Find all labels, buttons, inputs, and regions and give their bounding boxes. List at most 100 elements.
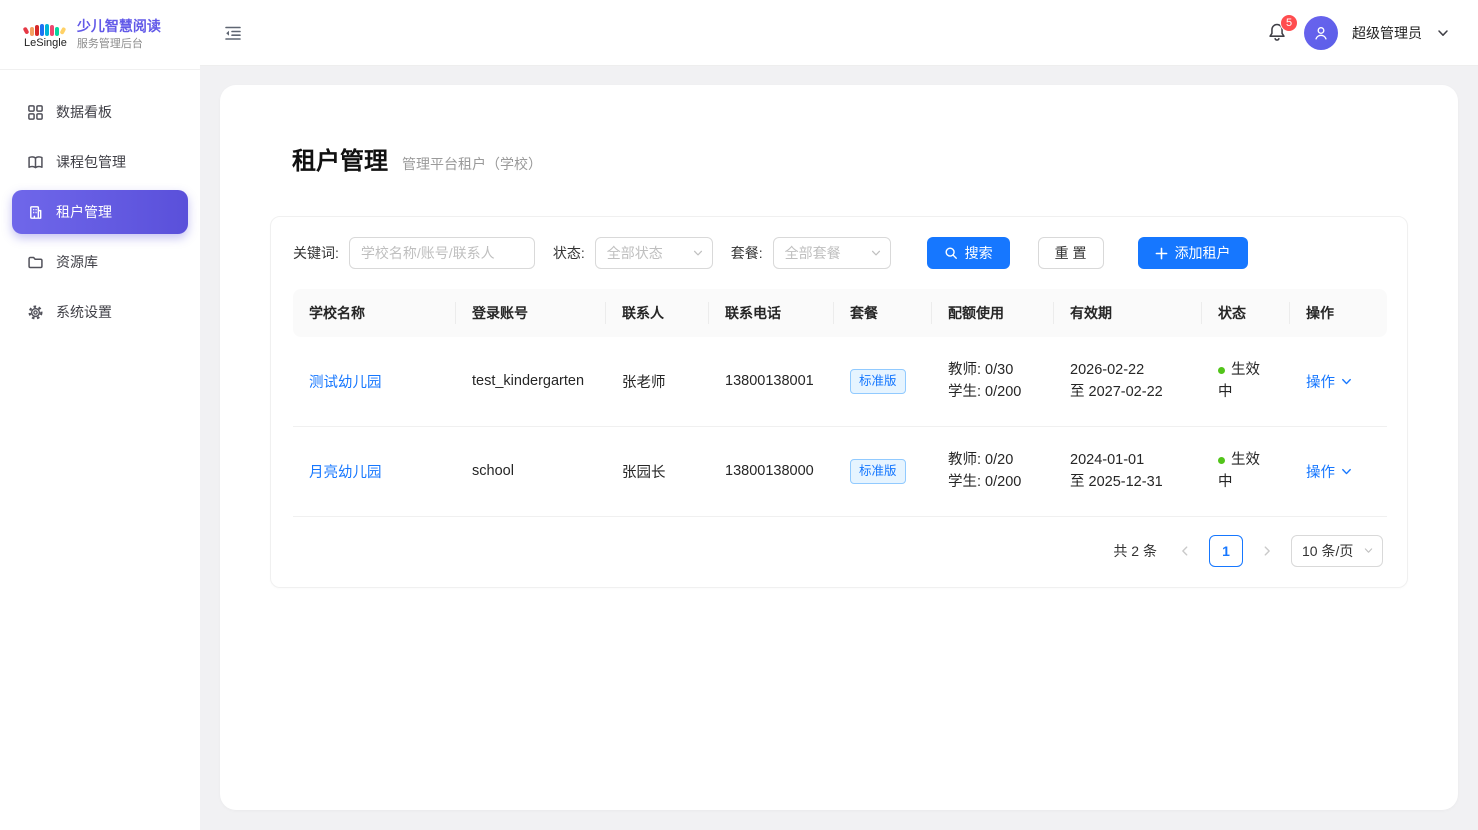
quota-teacher: 教师: 0/30 bbox=[948, 359, 1038, 381]
row-actions-dropdown[interactable]: 操作 bbox=[1306, 461, 1353, 482]
sidebar-item-resources[interactable]: 资源库 bbox=[12, 240, 188, 284]
user-menu-chevron-down-icon[interactable] bbox=[1436, 26, 1450, 40]
sidebar-item-label: 系统设置 bbox=[56, 302, 112, 322]
search-button[interactable]: 搜索 bbox=[927, 237, 1010, 269]
plan-select[interactable]: 全部套餐 bbox=[773, 237, 891, 269]
page-title: 租户管理 bbox=[292, 141, 388, 176]
main-area: 5 超级管理员 租户管理 bbox=[200, 0, 1478, 830]
row-actions-label: 操作 bbox=[1306, 371, 1335, 392]
phone-cell: 13800138001 bbox=[709, 337, 834, 426]
chevron-down-icon bbox=[1340, 375, 1353, 388]
col-account: 登录账号 bbox=[456, 289, 606, 337]
chevron-down-icon bbox=[692, 247, 704, 259]
sidebar: LeSingle 少儿智慧阅读 服务管理后台 数据看板 bbox=[0, 0, 200, 830]
search-button-label: 搜索 bbox=[965, 243, 993, 263]
notification-badge: 5 bbox=[1280, 14, 1298, 32]
gear-icon bbox=[26, 303, 44, 321]
valid-from: 2024-01-01 bbox=[1070, 449, 1186, 471]
pagination-prev-icon[interactable] bbox=[1171, 535, 1199, 567]
valid-to: 至 2027-02-22 bbox=[1070, 381, 1186, 403]
content-area: 租户管理 管理平台租户（学校） 关键词: 状态: 全部状态 套餐: bbox=[200, 66, 1478, 830]
tenant-management-card: 租户管理 管理平台租户（学校） 关键词: 状态: 全部状态 套餐: bbox=[220, 85, 1458, 810]
account-cell: school bbox=[456, 426, 606, 516]
table-header-row: 学校名称 登录账号 联系人 联系电话 套餐 配额使用 有效期 状态 操作 bbox=[293, 289, 1387, 337]
keyword-input[interactable] bbox=[349, 237, 535, 269]
status-cell: 生效中 bbox=[1202, 426, 1290, 516]
pagination-total: 共 2 条 bbox=[1113, 541, 1157, 561]
page-size-select[interactable]: 10 条/页 bbox=[1291, 535, 1383, 567]
brand-title: 少儿智慧阅读 bbox=[77, 17, 161, 35]
page-size-value: 10 条/页 bbox=[1302, 541, 1353, 561]
username: 超级管理员 bbox=[1352, 23, 1422, 43]
brand-logo-icon: LeSingle bbox=[24, 20, 67, 49]
search-icon bbox=[944, 246, 958, 260]
chevron-down-icon bbox=[1363, 545, 1374, 556]
notification-bell-icon[interactable]: 5 bbox=[1266, 21, 1290, 45]
quota-cell: 教师: 0/30 学生: 0/200 bbox=[932, 337, 1054, 426]
sidebar-item-label: 资源库 bbox=[56, 252, 98, 272]
chevron-down-icon bbox=[1340, 465, 1353, 478]
logo-wordmark: LeSingle bbox=[24, 37, 67, 49]
table-row: 测试幼儿园 test_kindergarten 张老师 13800138001 … bbox=[293, 337, 1387, 426]
topbar-right: 5 超级管理员 bbox=[1266, 16, 1450, 50]
sidebar-collapse-icon[interactable] bbox=[224, 23, 244, 43]
col-status: 状态 bbox=[1202, 289, 1290, 337]
school-name-link[interactable]: 月亮幼儿园 bbox=[309, 465, 382, 481]
col-school-name: 学校名称 bbox=[293, 289, 456, 337]
sidebar-item-tenants[interactable]: 租户管理 bbox=[12, 190, 188, 234]
col-actions: 操作 bbox=[1290, 289, 1387, 337]
brand-text: 少儿智慧阅读 服务管理后台 bbox=[77, 17, 161, 51]
folder-icon bbox=[26, 253, 44, 271]
status-dot-icon bbox=[1218, 457, 1225, 464]
plan-badge: 标准版 bbox=[850, 459, 906, 484]
brand-subtitle: 服务管理后台 bbox=[77, 37, 161, 51]
pagination: 共 2 条 1 10 条/页 bbox=[293, 535, 1385, 567]
quota-student: 学生: 0/200 bbox=[948, 471, 1038, 493]
sidebar-item-label: 租户管理 bbox=[56, 202, 112, 222]
contact-cell: 张园长 bbox=[606, 426, 709, 516]
row-actions-label: 操作 bbox=[1306, 461, 1335, 482]
add-tenant-button[interactable]: 添加租户 bbox=[1138, 237, 1248, 269]
status-label: 状态: bbox=[553, 243, 585, 263]
plan-select-value: 全部套餐 bbox=[785, 243, 841, 263]
topbar: 5 超级管理员 bbox=[200, 0, 1478, 66]
add-tenant-button-label: 添加租户 bbox=[1175, 243, 1231, 263]
book-icon bbox=[26, 153, 44, 171]
sidebar-item-settings[interactable]: 系统设置 bbox=[12, 290, 188, 334]
row-actions-dropdown[interactable]: 操作 bbox=[1306, 371, 1353, 392]
school-name-link[interactable]: 测试幼儿园 bbox=[309, 375, 382, 391]
avatar[interactable] bbox=[1304, 16, 1338, 50]
sidebar-item-course-packages[interactable]: 课程包管理 bbox=[12, 140, 188, 184]
valid-to: 至 2025-12-31 bbox=[1070, 471, 1186, 493]
pagination-next-icon[interactable] bbox=[1253, 535, 1281, 567]
sidebar-item-dashboard[interactable]: 数据看板 bbox=[12, 90, 188, 134]
col-validity: 有效期 bbox=[1054, 289, 1202, 337]
tenant-table: 学校名称 登录账号 联系人 联系电话 套餐 配额使用 有效期 状态 操作 bbox=[293, 289, 1387, 517]
sidebar-nav: 数据看板 课程包管理 bbox=[0, 70, 200, 354]
dashboard-icon bbox=[26, 103, 44, 121]
brand: LeSingle 少儿智慧阅读 服务管理后台 bbox=[0, 0, 200, 70]
status-select-value: 全部状态 bbox=[607, 243, 663, 263]
tenant-panel: 关键词: 状态: 全部状态 套餐: 全部套餐 bbox=[270, 216, 1408, 588]
pagination-page-1[interactable]: 1 bbox=[1209, 535, 1243, 567]
app-root: LeSingle 少儿智慧阅读 服务管理后台 数据看板 bbox=[0, 0, 1478, 830]
quota-cell: 教师: 0/20 学生: 0/200 bbox=[932, 426, 1054, 516]
validity-cell: 2024-01-01 至 2025-12-31 bbox=[1054, 426, 1202, 516]
col-quota: 配额使用 bbox=[932, 289, 1054, 337]
keyword-label: 关键词: bbox=[293, 243, 339, 263]
contact-cell: 张老师 bbox=[606, 337, 709, 426]
reset-button[interactable]: 重 置 bbox=[1038, 237, 1104, 269]
valid-from: 2026-02-22 bbox=[1070, 359, 1186, 381]
plan-badge: 标准版 bbox=[850, 369, 906, 394]
table-row: 月亮幼儿园 school 张园长 13800138000 标准版 教师: 0/2… bbox=[293, 426, 1387, 516]
account-cell: test_kindergarten bbox=[456, 337, 606, 426]
building-icon bbox=[26, 203, 44, 221]
col-phone: 联系电话 bbox=[709, 289, 834, 337]
sidebar-item-label: 课程包管理 bbox=[56, 152, 126, 172]
sidebar-item-label: 数据看板 bbox=[56, 102, 112, 122]
status-dot-icon bbox=[1218, 367, 1225, 374]
status-select[interactable]: 全部状态 bbox=[595, 237, 713, 269]
chevron-down-icon bbox=[870, 247, 882, 259]
status-cell: 生效中 bbox=[1202, 337, 1290, 426]
validity-cell: 2026-02-22 至 2027-02-22 bbox=[1054, 337, 1202, 426]
